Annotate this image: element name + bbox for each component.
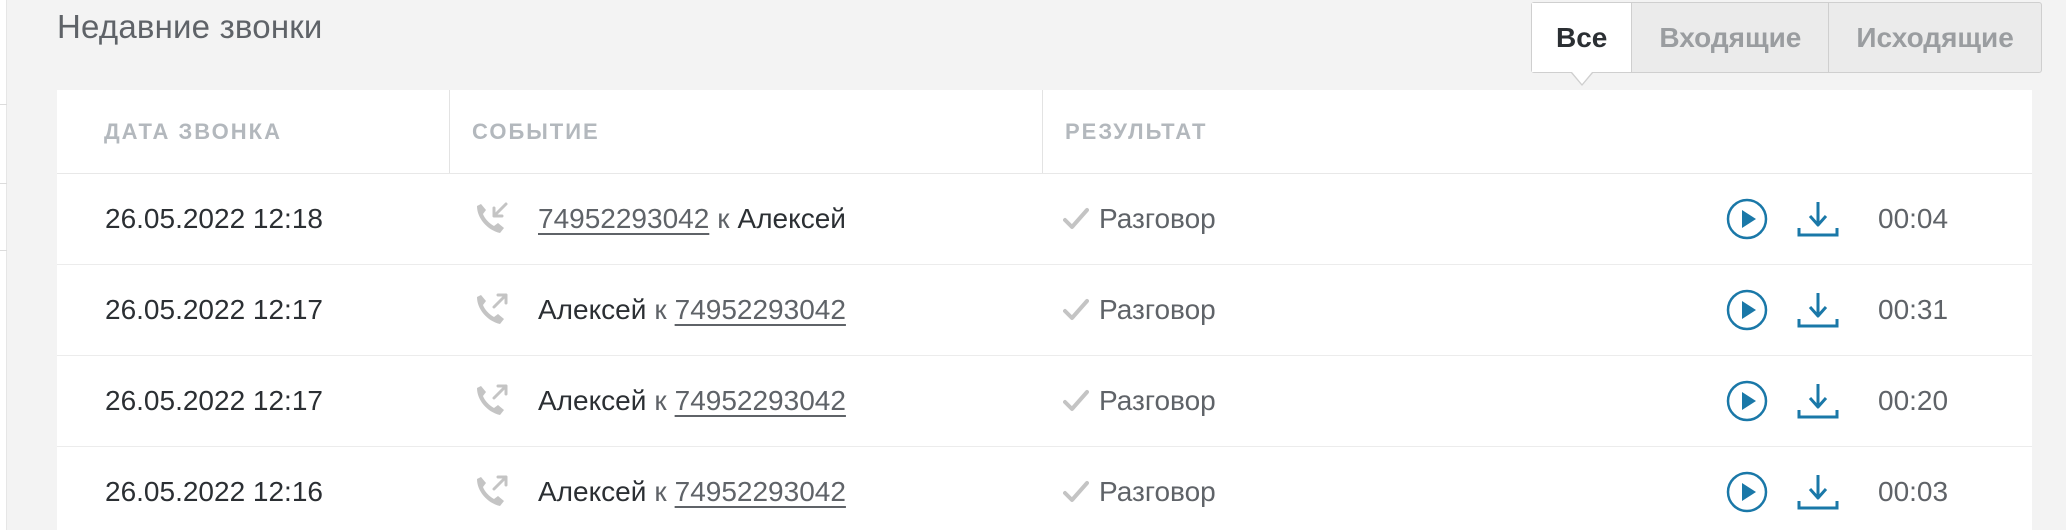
phone-number-link[interactable]: 74952293042 [675, 476, 846, 508]
call-result: Разговор [1043, 385, 1216, 417]
row-actions: 00:03 [1726, 447, 1948, 530]
column-header-date[interactable]: ДАТА ЗВОНКА [57, 90, 450, 173]
call-result: Разговор [1043, 476, 1216, 508]
table-header: ДАТА ЗВОНКА СОБЫТИЕ РЕЗУЛЬТАТ [57, 90, 2032, 174]
call-date: 26.05.2022 12:18 [105, 203, 323, 234]
call-result: Разговор [1043, 203, 1216, 235]
column-header-event[interactable]: СОБЫТИЕ [450, 90, 1043, 173]
tab-all[interactable]: Все [1532, 3, 1632, 86]
check-icon [1063, 206, 1089, 232]
call-duration: 00:20 [1878, 385, 1949, 416]
employee-name: Алексей [538, 294, 647, 325]
download-icon[interactable] [1796, 473, 1840, 511]
result-label: Разговор [1099, 385, 1216, 416]
call-event: 74952293042 к Алексей [450, 200, 1043, 238]
row-actions: 00:04 [1726, 174, 1948, 264]
row-actions: 00:31 [1726, 265, 1948, 355]
phone-outgoing-icon [472, 382, 510, 420]
divider [0, 250, 7, 251]
call-date: 26.05.2022 12:17 [105, 385, 323, 416]
employee-name: Алексей [538, 385, 647, 416]
call-event: Алексей к 74952293042 [450, 382, 1043, 420]
result-label: Разговор [1099, 294, 1216, 325]
table-row: 26.05.2022 12:18 74952293042 к Алексей Р… [57, 174, 2032, 265]
play-icon[interactable] [1726, 471, 1768, 513]
connector-text: к [717, 203, 730, 234]
phone-outgoing-icon [472, 473, 510, 511]
call-duration: 00:03 [1878, 476, 1949, 507]
table-row: 26.05.2022 12:16 Алексей к 74952293042 Р… [57, 447, 2032, 530]
download-icon[interactable] [1796, 200, 1840, 238]
phone-outgoing-icon [472, 291, 510, 329]
tab-outgoing[interactable]: Исходящие [1828, 3, 2040, 72]
call-event: Алексей к 74952293042 [450, 473, 1043, 511]
phone-number-link[interactable]: 74952293042 [538, 203, 709, 235]
calls-table: ДАТА ЗВОНКА СОБЫТИЕ РЕЗУЛЬТАТ 26.05.2022… [57, 90, 2032, 530]
check-icon [1063, 297, 1089, 323]
play-icon[interactable] [1726, 198, 1768, 240]
play-icon[interactable] [1726, 380, 1768, 422]
connector-text: к [654, 385, 667, 416]
download-icon[interactable] [1796, 382, 1840, 420]
call-result: Разговор [1043, 294, 1216, 326]
connector-text: к [654, 294, 667, 325]
employee-name: Алексей [538, 476, 647, 507]
call-duration: 00:31 [1878, 294, 1949, 325]
call-filter-tabs: Все Входящие Исходящие [1531, 2, 2042, 86]
phone-number-link[interactable]: 74952293042 [675, 294, 846, 326]
call-event: Алексей к 74952293042 [450, 291, 1043, 329]
call-date: 26.05.2022 12:16 [105, 476, 323, 507]
tab-incoming[interactable]: Входящие [1631, 3, 1828, 72]
left-panel-edge [0, 0, 7, 530]
column-header-result[interactable]: РЕЗУЛЬТАТ [1043, 90, 2032, 173]
table-row: 26.05.2022 12:17 Алексей к 74952293042 Р… [57, 356, 2032, 447]
call-duration: 00:04 [1878, 203, 1949, 234]
call-date: 26.05.2022 12:17 [105, 294, 323, 325]
employee-name: Алексей [737, 203, 846, 234]
table-body: 26.05.2022 12:18 74952293042 к Алексей Р… [57, 174, 2032, 530]
result-label: Разговор [1099, 203, 1216, 234]
download-icon[interactable] [1796, 291, 1840, 329]
result-label: Разговор [1099, 476, 1216, 507]
phone-number-link[interactable]: 74952293042 [675, 385, 846, 417]
divider [0, 104, 7, 105]
check-icon [1063, 388, 1089, 414]
table-row: 26.05.2022 12:17 Алексей к 74952293042 Р… [57, 265, 2032, 356]
divider [0, 183, 7, 184]
play-icon[interactable] [1726, 289, 1768, 331]
phone-incoming-icon [472, 200, 510, 238]
page-title: Недавние звонки [57, 8, 323, 45]
connector-text: к [654, 476, 667, 507]
row-actions: 00:20 [1726, 356, 1948, 446]
check-icon [1063, 479, 1089, 505]
